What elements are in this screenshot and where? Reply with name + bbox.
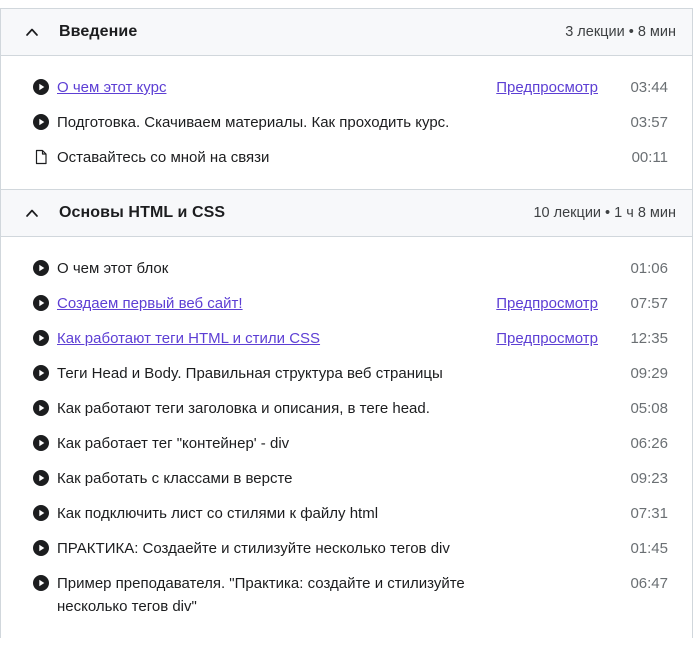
lecture-row: Как подключить лист со стилями к файлу h… bbox=[1, 496, 692, 531]
preview-link[interactable]: Предпросмотр bbox=[496, 76, 598, 99]
lecture-row: Как работать с классами в версте 09:23 bbox=[1, 461, 692, 496]
lecture-title: Подготовка. Скачиваем материалы. Как про… bbox=[57, 111, 449, 134]
lecture-title-wrap: Пример преподавателя. "Практика: создайт… bbox=[57, 572, 598, 618]
lecture-title-wrap: Как работать с классами в версте bbox=[57, 467, 598, 490]
lecture-title: О чем этот блок bbox=[57, 257, 168, 280]
curriculum-section: Основы HTML и CSS 10 лекции • 1 ч 8 мин … bbox=[1, 189, 692, 638]
play-icon bbox=[33, 295, 49, 311]
play-icon bbox=[33, 540, 49, 556]
lecture-duration: 09:23 bbox=[624, 467, 668, 490]
lecture-title: Как работать с классами в версте bbox=[57, 467, 293, 490]
section-header[interactable]: Основы HTML и CSS 10 лекции • 1 ч 8 мин bbox=[1, 189, 692, 237]
lecture-row: О чем этот курс Предпросмотр 03:44 bbox=[1, 70, 692, 105]
lecture-title: ПРАКТИКА: Создаейте и стилизуйте несколь… bbox=[57, 537, 450, 560]
play-icon bbox=[33, 330, 49, 346]
chevron-up-icon bbox=[25, 208, 39, 218]
lecture-title-wrap: О чем этот блок bbox=[57, 257, 598, 280]
lecture-title: Пример преподавателя. "Практика: создайт… bbox=[57, 572, 497, 618]
lecture-title-wrap: Как подключить лист со стилями к файлу h… bbox=[57, 502, 598, 525]
lecture-duration: 12:35 bbox=[624, 327, 668, 350]
lecture-title[interactable]: Как работают теги HTML и стили CSS bbox=[57, 327, 320, 350]
lecture-title: Как работают теги заголовка и описания, … bbox=[57, 397, 430, 420]
curriculum: Введение 3 лекции • 8 мин О чем этот кур… bbox=[0, 8, 693, 638]
lecture-title-wrap: Теги Head и Body. Правильная структура в… bbox=[57, 362, 598, 385]
lecture-row: Создаем первый веб сайт! Предпросмотр 07… bbox=[1, 286, 692, 321]
lecture-row: Подготовка. Скачиваем материалы. Как про… bbox=[1, 105, 692, 140]
play-icon bbox=[33, 79, 49, 95]
lecture-title-wrap: ПРАКТИКА: Создаейте и стилизуйте несколь… bbox=[57, 537, 598, 560]
play-icon bbox=[33, 470, 49, 486]
lecture-title: Как подключить лист со стилями к файлу h… bbox=[57, 502, 378, 525]
lecture-duration: 06:47 bbox=[624, 572, 668, 595]
lecture-duration: 07:57 bbox=[624, 292, 668, 315]
lecture-duration: 09:29 bbox=[624, 362, 668, 385]
play-icon bbox=[33, 365, 49, 381]
lecture-row: Пример преподавателя. "Практика: создайт… bbox=[1, 566, 692, 624]
section-meta: 3 лекции • 8 мин bbox=[565, 24, 676, 40]
lecture-duration: 00:11 bbox=[624, 146, 668, 169]
lecture-duration: 01:06 bbox=[624, 257, 668, 280]
lecture-title: Оставайтесь со мной на связи bbox=[57, 146, 269, 169]
lecture-row: Как работают теги заголовка и описания, … bbox=[1, 391, 692, 426]
play-icon bbox=[33, 260, 49, 276]
lecture-title-wrap: Как работает тег "контейнер' - div bbox=[57, 432, 598, 455]
document-icon bbox=[33, 149, 49, 165]
lecture-duration: 03:57 bbox=[624, 111, 668, 134]
preview-link[interactable]: Предпросмотр bbox=[496, 292, 598, 315]
play-icon bbox=[33, 114, 49, 130]
lecture-title: Как работает тег "контейнер' - div bbox=[57, 432, 289, 455]
lecture-title-wrap: Оставайтесь со мной на связи bbox=[57, 146, 598, 169]
lecture-title[interactable]: О чем этот курс bbox=[57, 76, 166, 99]
preview-link[interactable]: Предпросмотр bbox=[496, 327, 598, 350]
section-header[interactable]: Введение 3 лекции • 8 мин bbox=[1, 8, 692, 56]
lecture-title[interactable]: Создаем первый веб сайт! bbox=[57, 292, 243, 315]
lecture-title-wrap: Как работают теги HTML и стили CSS bbox=[57, 327, 496, 350]
lecture-row: ПРАКТИКА: Создаейте и стилизуйте несколь… bbox=[1, 531, 692, 566]
curriculum-section: Введение 3 лекции • 8 мин О чем этот кур… bbox=[1, 8, 692, 189]
lecture-title-wrap: О чем этот курс bbox=[57, 76, 496, 99]
lecture-title: Теги Head и Body. Правильная структура в… bbox=[57, 362, 443, 385]
lecture-duration: 01:45 bbox=[624, 537, 668, 560]
lecture-title-wrap: Как работают теги заголовка и описания, … bbox=[57, 397, 598, 420]
lecture-title-wrap: Подготовка. Скачиваем материалы. Как про… bbox=[57, 111, 598, 134]
play-icon bbox=[33, 435, 49, 451]
section-title: Основы HTML и CSS bbox=[59, 204, 225, 222]
lecture-duration: 03:44 bbox=[624, 76, 668, 99]
play-icon bbox=[33, 400, 49, 416]
section-body: О чем этот блок 01:06 Создаем первый веб… bbox=[1, 237, 692, 638]
lecture-duration: 06:26 bbox=[624, 432, 668, 455]
section-title: Введение bbox=[59, 23, 137, 41]
chevron-up-icon bbox=[25, 27, 39, 37]
section-body: О чем этот курс Предпросмотр 03:44 Подго… bbox=[1, 56, 692, 189]
lecture-row: Теги Head и Body. Правильная структура в… bbox=[1, 356, 692, 391]
lecture-title-wrap: Создаем первый веб сайт! bbox=[57, 292, 496, 315]
lecture-row: Как работает тег "контейнер' - div 06:26 bbox=[1, 426, 692, 461]
section-meta: 10 лекции • 1 ч 8 мин bbox=[533, 205, 676, 221]
lecture-row: О чем этот блок 01:06 bbox=[1, 251, 692, 286]
lecture-row: Оставайтесь со мной на связи 00:11 bbox=[1, 140, 692, 175]
play-icon bbox=[33, 575, 49, 591]
lecture-duration: 07:31 bbox=[624, 502, 668, 525]
play-icon bbox=[33, 505, 49, 521]
lecture-duration: 05:08 bbox=[624, 397, 668, 420]
lecture-row: Как работают теги HTML и стили CSS Предп… bbox=[1, 321, 692, 356]
